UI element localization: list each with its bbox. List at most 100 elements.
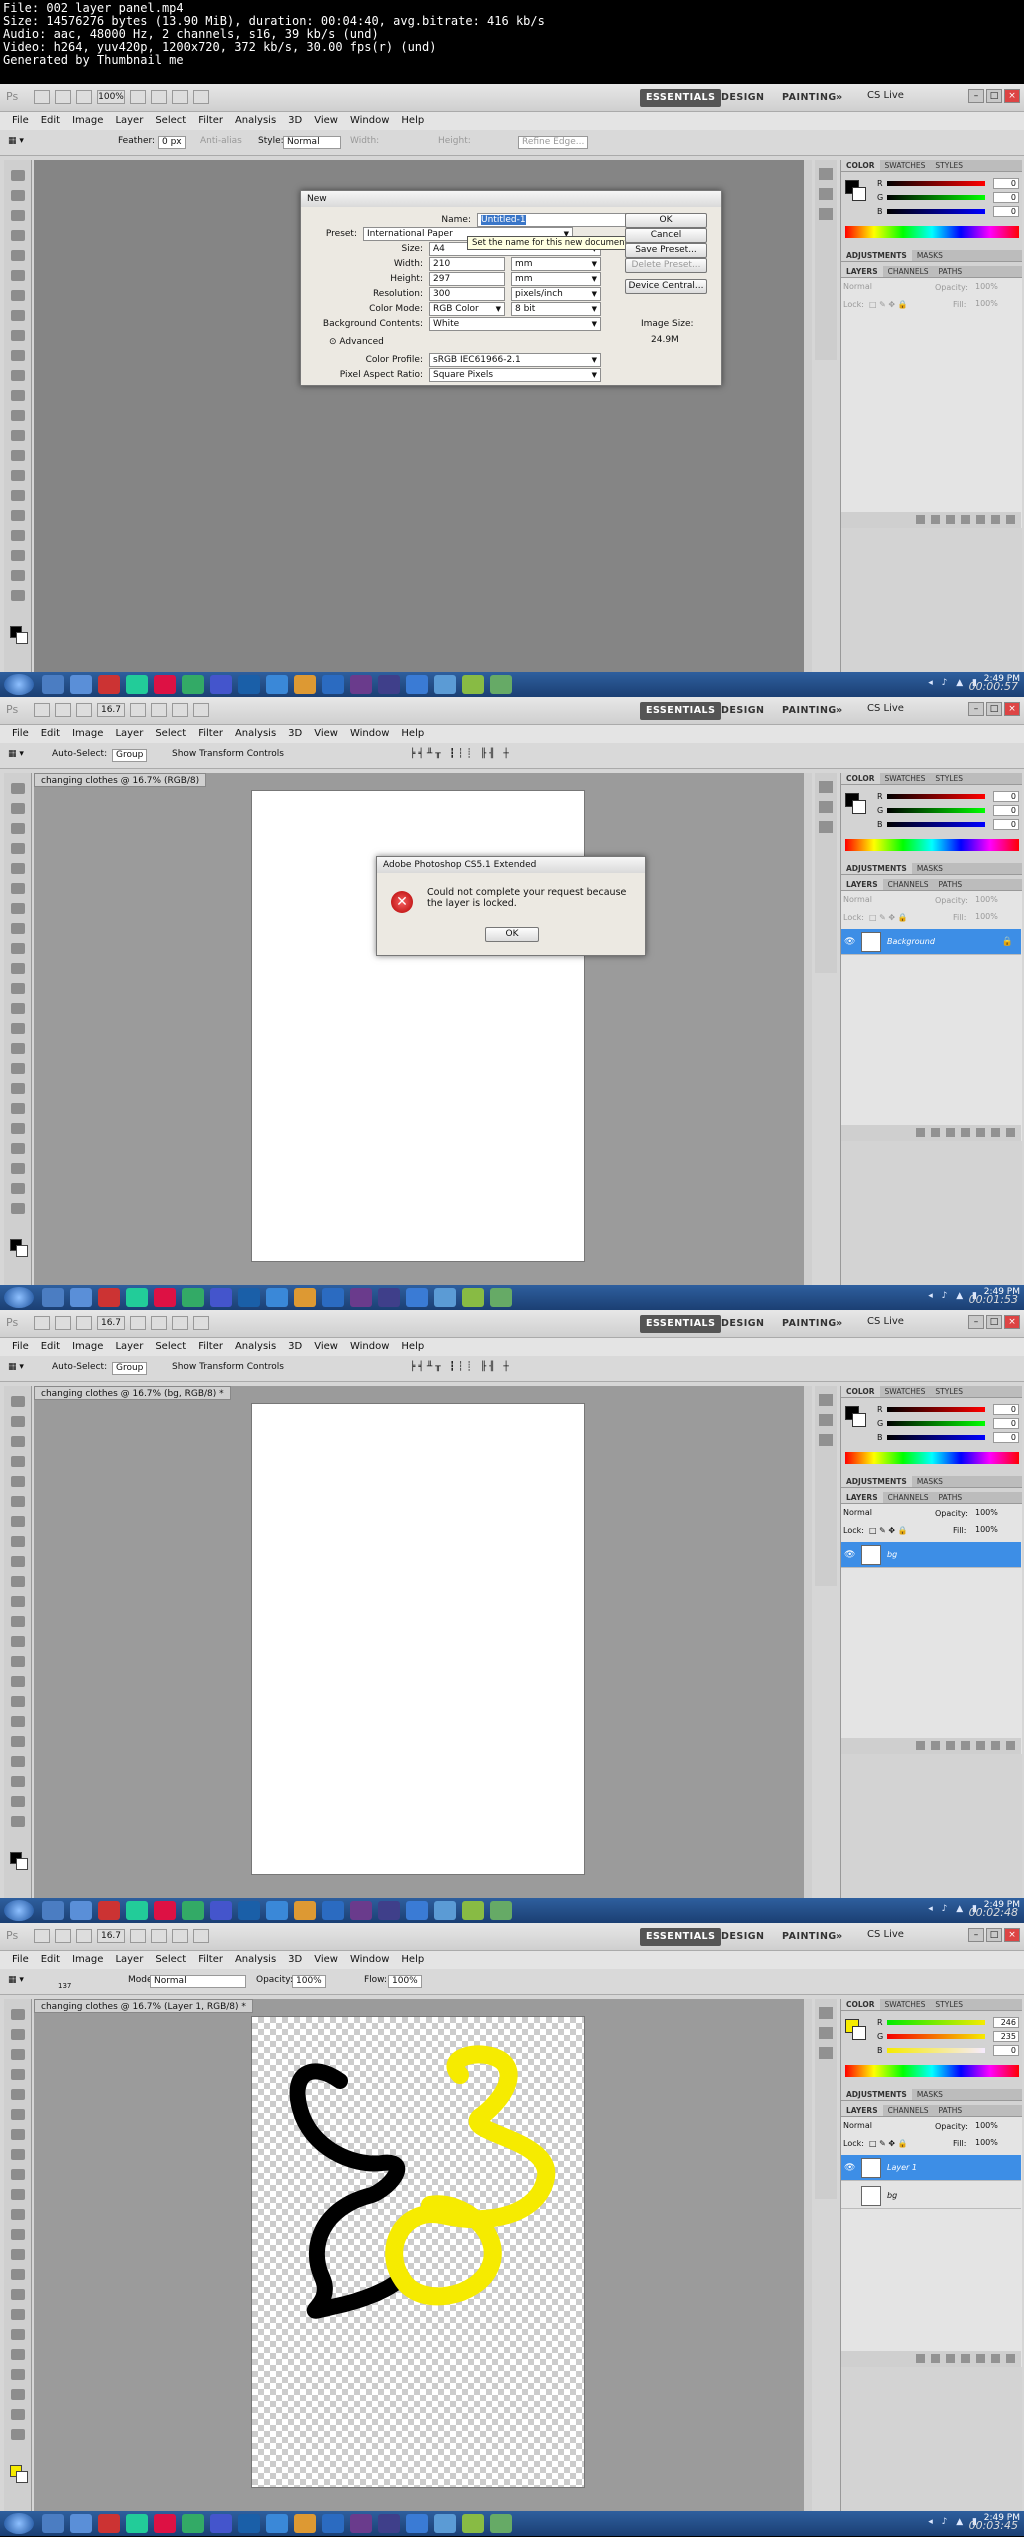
- taskbar-app-icon[interactable]: [378, 675, 400, 694]
- layer-fill-input[interactable]: 100%: [975, 1525, 998, 1534]
- taskbar-app-icon[interactable]: [378, 1901, 400, 1920]
- tab-channels[interactable]: CHANNELS: [883, 2105, 934, 2116]
- move-tool-icon[interactable]: [11, 783, 25, 794]
- tab-paths[interactable]: PATHS: [934, 2105, 968, 2116]
- channel-slider-r[interactable]: R 246: [877, 2017, 1021, 2029]
- tab-masks[interactable]: MASKS: [912, 863, 948, 874]
- crop-tool-icon[interactable]: [11, 1476, 25, 1487]
- feather-input[interactable]: 0 px: [158, 136, 186, 149]
- cs-live-button[interactable]: CS Live: [867, 1316, 904, 1327]
- transform-controls-checkbox[interactable]: Show Transform Controls: [172, 749, 284, 759]
- blur-tool-icon[interactable]: [11, 1023, 25, 1034]
- adjustment-layer-icon[interactable]: [961, 1741, 970, 1750]
- taskbar-app-icon[interactable]: [210, 1288, 232, 1307]
- taskbar-app-icon[interactable]: [210, 675, 232, 694]
- channel-value[interactable]: 235: [993, 2031, 1019, 2042]
- tool-preset-icon[interactable]: ▦ ▾: [8, 749, 24, 759]
- taskbar-app-icon[interactable]: [182, 1901, 204, 1920]
- clone-stamp-tool-icon[interactable]: [11, 2169, 25, 2180]
- taskbar-app-icon[interactable]: [350, 1901, 372, 1920]
- menu-layer[interactable]: Layer: [115, 1951, 143, 1969]
- screen-mode-icon[interactable]: [193, 1929, 209, 1943]
- extras-icon[interactable]: [76, 1929, 92, 1943]
- menu-filter[interactable]: Filter: [198, 1951, 223, 1969]
- taskbar-app-icon[interactable]: [434, 2514, 456, 2533]
- channel-slider-r[interactable]: R0: [877, 791, 1021, 803]
- fx-icon[interactable]: [931, 1741, 940, 1750]
- taskbar-app-icon[interactable]: [154, 675, 176, 694]
- minibridge-icon[interactable]: [55, 90, 71, 104]
- taskbar-app-icon[interactable]: [126, 675, 148, 694]
- menu-analysis[interactable]: Analysis: [235, 1951, 276, 1969]
- menu-file[interactable]: File: [12, 1951, 29, 1969]
- info-panel-icon[interactable]: [819, 2047, 833, 2059]
- tab-color[interactable]: COLOR: [841, 160, 880, 171]
- tab-styles[interactable]: STYLES: [930, 1999, 968, 2010]
- menu-window[interactable]: Window: [350, 1338, 389, 1356]
- layer-row[interactable]: 👁 Layer 1: [841, 2155, 1021, 2181]
- layer-fill-input[interactable]: 100%: [975, 2138, 998, 2147]
- clone-stamp-tool-icon[interactable]: [11, 943, 25, 954]
- menu-file[interactable]: File: [12, 112, 29, 130]
- height-unit-select[interactable]: mm ▼: [511, 272, 601, 286]
- tab-styles[interactable]: STYLES: [930, 773, 968, 784]
- link-layers-icon[interactable]: [916, 2354, 925, 2363]
- channel-value[interactable]: 0: [993, 2045, 1019, 2056]
- layer-row[interactable]: 👁 Background 🔒: [841, 929, 1021, 955]
- history-panel-icon[interactable]: [819, 168, 833, 180]
- workspace-design[interactable]: DESIGN: [715, 1315, 771, 1333]
- fx-icon[interactable]: [931, 515, 940, 524]
- workspace-essentials[interactable]: ESSENTIALS: [640, 1928, 722, 1946]
- extras-icon[interactable]: [76, 90, 92, 104]
- channel-value[interactable]: 0: [993, 819, 1019, 830]
- tab-paths[interactable]: PATHS: [934, 1492, 968, 1503]
- taskbar-app-icon[interactable]: [350, 675, 372, 694]
- channel-value[interactable]: 246: [993, 2017, 1019, 2028]
- gradient-tool-icon[interactable]: [11, 2229, 25, 2240]
- new-layer-icon[interactable]: [991, 1128, 1000, 1137]
- opacity-input[interactable]: 100%: [292, 1975, 326, 1988]
- history-brush-tool-icon[interactable]: [11, 350, 25, 361]
- bit-depth-select[interactable]: 8 bit ▼: [511, 302, 601, 316]
- background-field[interactable]: White ▼: [429, 317, 601, 331]
- menu-edit[interactable]: Edit: [41, 1338, 60, 1356]
- channel-gradient[interactable]: [887, 181, 985, 186]
- new-group-icon[interactable]: [976, 1741, 985, 1750]
- close-icon[interactable]: ×: [1004, 89, 1020, 103]
- advanced-toggle[interactable]: ⊙ Advanced: [329, 337, 384, 347]
- menu-select[interactable]: Select: [155, 1338, 186, 1356]
- name-field[interactable]: Untitled-1: [477, 213, 645, 227]
- actions-panel-icon[interactable]: [819, 801, 833, 813]
- gradient-tool-icon[interactable]: [11, 1003, 25, 1014]
- more-workspaces-button[interactable]: »: [830, 1315, 849, 1333]
- taskbar-app-icon[interactable]: [434, 1901, 456, 1920]
- taskbar-app-icon[interactable]: [322, 2514, 344, 2533]
- taskbar-app-icon[interactable]: [42, 675, 64, 694]
- align-icons[interactable]: ╞╡╨╥ ┇┆┊ ╟╢ ┼: [410, 749, 512, 759]
- marquee-tool-icon[interactable]: [11, 1416, 25, 1427]
- link-layers-icon[interactable]: [916, 1128, 925, 1137]
- background-color-swatch[interactable]: [16, 632, 28, 644]
- taskbar-app-icon[interactable]: [322, 1288, 344, 1307]
- channel-slider-b[interactable]: B0: [877, 206, 1021, 218]
- 3d-rotate-tool-icon[interactable]: [11, 1143, 25, 1154]
- visibility-eye-icon[interactable]: 👁: [844, 1550, 855, 1560]
- channel-gradient[interactable]: [887, 2048, 985, 2053]
- taskbar-app-icon[interactable]: [126, 1901, 148, 1920]
- channel-slider-g[interactable]: G 235: [877, 2031, 1021, 2043]
- layer-opacity-input[interactable]: 100%: [975, 2121, 998, 2130]
- zoom-tool-icon[interactable]: [151, 1316, 167, 1330]
- transform-controls-checkbox[interactable]: Show Transform Controls: [172, 1362, 284, 1372]
- eraser-tool-icon[interactable]: [11, 983, 25, 994]
- healing-tool-icon[interactable]: [11, 903, 25, 914]
- menu-3d[interactable]: 3D: [288, 1338, 302, 1356]
- actions-panel-icon[interactable]: [819, 2027, 833, 2039]
- layer-name[interactable]: Layer 1: [887, 2163, 917, 2172]
- clone-stamp-tool-icon[interactable]: [11, 330, 25, 341]
- menu-edit[interactable]: Edit: [41, 112, 60, 130]
- shape-tool-icon[interactable]: [11, 1736, 25, 1747]
- minimize-icon[interactable]: –: [968, 702, 984, 716]
- workspace-essentials[interactable]: ESSENTIALS: [640, 702, 722, 720]
- channel-slider-b[interactable]: B0: [877, 1432, 1021, 1444]
- pen-tool-icon[interactable]: [11, 2289, 25, 2300]
